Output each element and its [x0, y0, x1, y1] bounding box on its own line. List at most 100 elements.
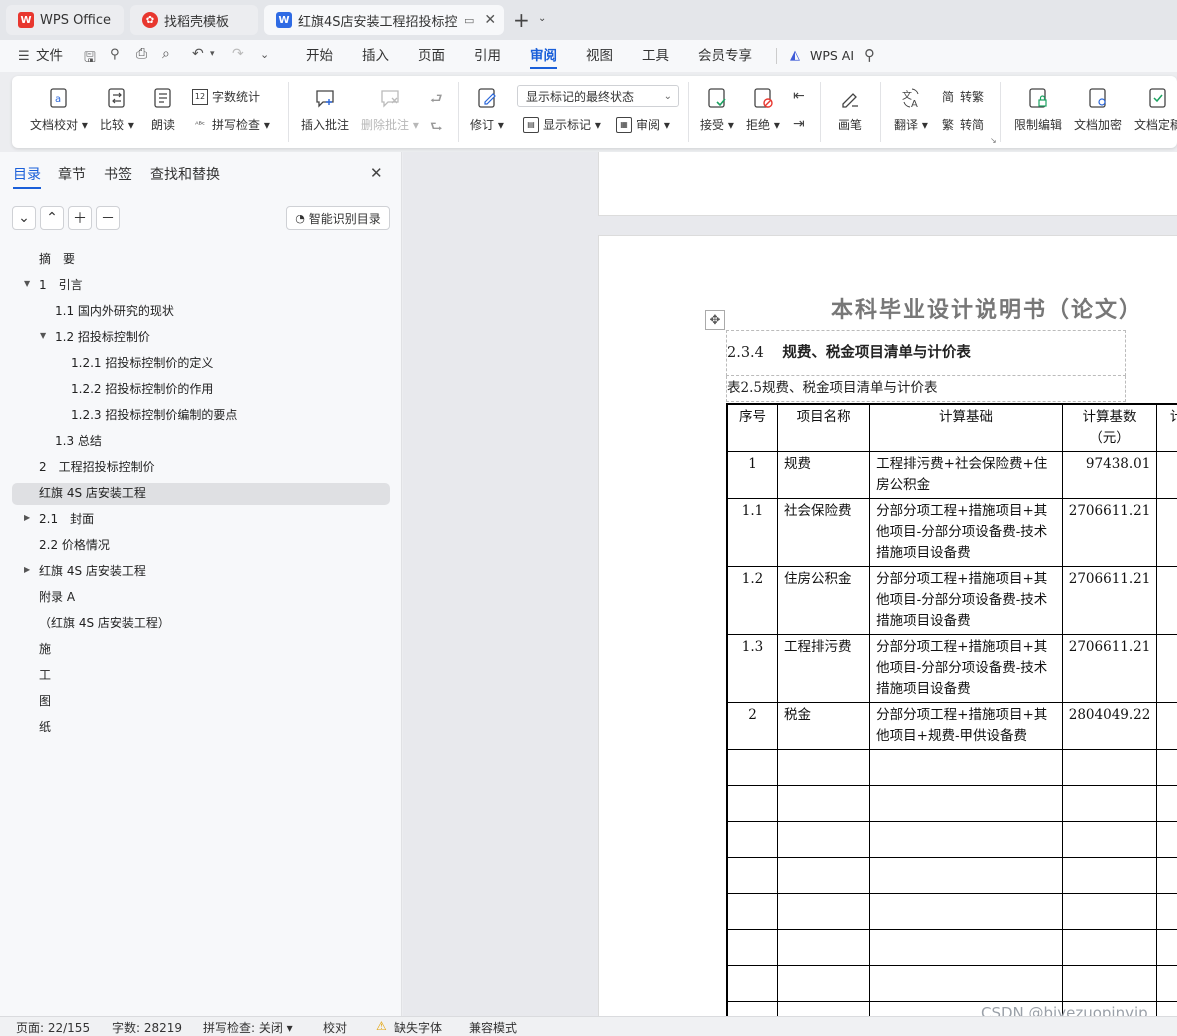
tab-toc[interactable]: 目录 [13, 164, 41, 189]
cloud-icon[interactable]: ⚲ [110, 47, 120, 62]
toc-item[interactable]: 1.1 国内外研究的现状 [55, 298, 174, 324]
cell-empty[interactable] [869, 785, 1063, 822]
previous-change-icon[interactable]: ⇤ [793, 88, 805, 104]
restrict-edit-button[interactable]: 限制编辑 [1014, 86, 1062, 133]
toc-item[interactable]: （红旗 4S 店安装工程） [39, 610, 170, 636]
redo-icon[interactable]: ↷ [232, 46, 244, 62]
expanded-caret-icon[interactable]: ▼ [24, 279, 30, 288]
toc-item[interactable]: 2.1 封面 [39, 506, 94, 532]
delete-comment-button[interactable]: 删除批注 ▾ [361, 86, 419, 133]
toc-item[interactable]: 附录 A [39, 584, 75, 610]
cell-empty[interactable] [777, 893, 871, 930]
to-simplified-button[interactable]: 繁 转简 [940, 116, 984, 133]
cell-empty[interactable] [869, 857, 1063, 894]
collapsed-caret-icon[interactable]: ▶ [24, 565, 30, 574]
cell-empty[interactable] [1156, 451, 1177, 499]
cell-item-name[interactable]: 住房公积金 [777, 566, 871, 635]
toc-item[interactable]: 1.3 总结 [55, 428, 102, 454]
cell-empty[interactable] [777, 857, 871, 894]
menu-tools[interactable]: 工具 [642, 40, 669, 72]
cell-empty[interactable] [726, 1001, 779, 1016]
cell-base-amount[interactable]: 2804049.22 [1061, 702, 1158, 750]
tab-chapters[interactable]: 章节 [58, 164, 86, 184]
toc-item[interactable]: 2.2 价格情况 [39, 532, 110, 558]
toc-item[interactable]: 图 [39, 688, 51, 714]
cell-item-name[interactable]: 规费 [777, 451, 871, 499]
document-canvas[interactable]: 本科毕业设计说明书（论文） ✥ 2.3.4 规费、税金项目清单与计价表 表2.5… [403, 152, 1177, 1016]
expand-up-button[interactable]: ⌃ [40, 206, 64, 230]
cell-empty[interactable] [726, 857, 779, 894]
toc-item[interactable]: 摘 要 [39, 246, 75, 272]
toc-item[interactable]: 1.2.3 招投标控制价编制的要点 [71, 402, 237, 428]
cell-base-amount[interactable]: 2706611.21 [1061, 566, 1158, 635]
undo-chevron-icon[interactable]: ▾ [210, 49, 215, 59]
cell-empty[interactable] [777, 785, 871, 822]
cell-empty[interactable] [1156, 749, 1177, 786]
pen-button[interactable]: 画笔 [838, 86, 862, 133]
print-preview-icon[interactable]: ⌕ [162, 46, 170, 62]
cell-empty[interactable] [777, 929, 871, 966]
cell-basis[interactable]: 分部分项工程+措施项目+其他项目+规费-甲供设备费 [869, 702, 1063, 750]
cell-empty[interactable] [1156, 785, 1177, 822]
to-traditional-button[interactable]: 简 转繁 [940, 88, 984, 105]
menu-references[interactable]: 引用 [474, 40, 501, 72]
cell-empty[interactable] [777, 1001, 871, 1016]
page-indicator[interactable]: 页面: 22/155 [16, 1019, 90, 1036]
cell-empty[interactable] [726, 965, 779, 1002]
toc-item[interactable]: 1.2.1 招投标控制价的定义 [71, 350, 213, 376]
review-pane-button[interactable]: ▦ 审阅 ▾ [616, 116, 670, 133]
print-icon[interactable]: ⎙ [136, 46, 147, 62]
toc-item[interactable]: 1.2 招投标控制价 [55, 324, 150, 350]
cell-index[interactable]: 1.1 [726, 498, 779, 567]
toc-item[interactable]: 施 [39, 636, 51, 662]
cell-empty[interactable] [726, 785, 779, 822]
cell-index[interactable]: 2 [726, 702, 779, 750]
word-count-indicator[interactable]: 字数: 28219 [112, 1019, 182, 1036]
more-chevron-icon[interactable]: ⌄ [260, 48, 269, 61]
cell-empty[interactable] [1156, 702, 1177, 750]
show-markup-button[interactable]: ▤ 显示标记 ▾ [523, 116, 601, 133]
cell-empty[interactable] [1156, 929, 1177, 966]
collapsed-caret-icon[interactable]: ▶ [24, 513, 30, 522]
cell-empty[interactable] [1061, 857, 1158, 894]
cell-item-name[interactable]: 工程排污费 [777, 634, 871, 703]
cell-empty[interactable] [777, 749, 871, 786]
accept-button[interactable]: 接受 ▾ [700, 86, 734, 133]
cell-item-name[interactable]: 社会保险费 [777, 498, 871, 567]
cell-empty[interactable] [1061, 965, 1158, 1002]
cell-index[interactable]: 1 [726, 451, 779, 499]
cell-basis[interactable]: 工程排污费+社会保险费+住房公积金 [869, 451, 1063, 499]
menu-home[interactable]: 开始 [306, 40, 333, 72]
expanded-caret-icon[interactable]: ▼ [40, 331, 46, 340]
menu-file[interactable]: 文件 [36, 40, 63, 72]
cell-empty[interactable] [1061, 929, 1158, 966]
menu-wps-ai[interactable]: WPS AI [810, 40, 854, 72]
close-pane-icon[interactable]: ✕ [370, 164, 383, 182]
insert-comment-button[interactable]: 插入批注 [301, 86, 349, 133]
save-icon[interactable]: 🖫 [84, 47, 96, 71]
cell-index[interactable]: 1.3 [726, 634, 779, 703]
next-comment-icon[interactable]: ⮑ [430, 116, 443, 140]
proofread-button[interactable]: a 文档校对 ▾ [30, 86, 88, 133]
word-count-button[interactable]: 12 字数统计 [192, 88, 260, 105]
tab-docer[interactable]: ✿ 找稻壳模板 [130, 5, 258, 35]
toc-item[interactable]: 纸 [39, 714, 51, 740]
toc-item[interactable]: 工 [39, 662, 51, 688]
cell-empty[interactable] [726, 929, 779, 966]
cell-empty[interactable] [869, 893, 1063, 930]
close-tab-icon[interactable]: ✕ [484, 12, 496, 28]
cell-empty[interactable] [1156, 857, 1177, 894]
menu-insert[interactable]: 插入 [362, 40, 389, 72]
smart-toc-button[interactable]: ◔ 智能识别目录 [286, 206, 390, 230]
tab-list-chevron-icon[interactable]: ⌄ [538, 13, 546, 24]
undo-icon[interactable]: ↶ [192, 46, 204, 62]
toc-item[interactable]: 红旗 4S 店安装工程 [39, 558, 146, 584]
current-page[interactable]: 本科毕业设计说明书（论文） ✥ 2.3.4 规费、税金项目清单与计价表 表2.5… [598, 235, 1177, 1016]
cell-base-amount[interactable]: 97438.01 [1061, 451, 1158, 499]
collapse-button[interactable]: ⌄ [12, 206, 36, 230]
tab-bookmarks[interactable]: 书签 [104, 164, 132, 184]
menu-view[interactable]: 视图 [586, 40, 613, 72]
prev-comment-icon[interactable]: ⮐ [430, 88, 443, 112]
cell-empty[interactable] [1156, 1001, 1177, 1016]
toc-item[interactable]: 1 引言 [39, 272, 83, 298]
